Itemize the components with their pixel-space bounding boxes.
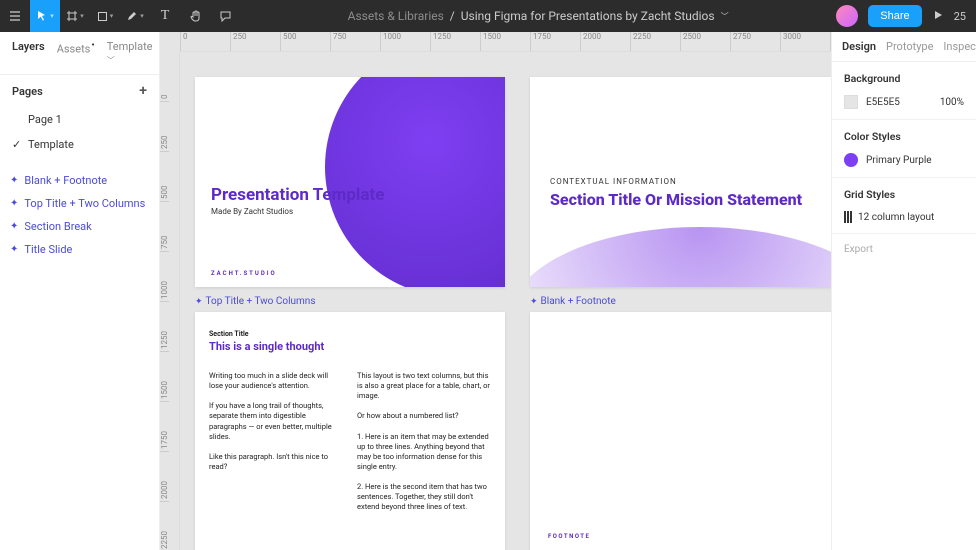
pen-tool[interactable]: ▾	[120, 0, 150, 32]
bg-opacity[interactable]: 100%	[940, 97, 964, 108]
page-item[interactable]: Template	[0, 132, 159, 157]
page-item[interactable]: Page 1	[0, 107, 159, 132]
tab-inspect[interactable]: Inspect	[943, 40, 976, 53]
text-tool[interactable]: T	[150, 0, 180, 32]
tab-layers[interactable]: Layers	[12, 40, 45, 66]
frame-layer[interactable]: ✦Blank + Footnote	[0, 169, 159, 192]
frame-label[interactable]: Top Title + Two Columns	[195, 296, 315, 307]
body-text: If you have a long trail of thoughts, se…	[209, 401, 343, 442]
frame-two-columns[interactable]: Top Title + Two Columns Section Title Th…	[195, 312, 505, 550]
body-text: Like this paragraph. Isn't this nice to …	[209, 452, 343, 472]
body-text: This layout is two text columns, but thi…	[357, 371, 491, 401]
frame-tool[interactable]: ▾	[60, 0, 90, 32]
frame-layer[interactable]: ✦Top Title + Two Columns	[0, 192, 159, 215]
file-name[interactable]: Using Figma for Presentations by Zacht S…	[461, 9, 715, 23]
slide-subtitle: Made By Zacht Studios	[211, 207, 293, 216]
file-menu-chevron[interactable]: ﹀	[721, 11, 729, 22]
frame-blank-footnote[interactable]: Blank + Footnote FOOTNOTE	[530, 312, 831, 550]
zoom-level[interactable]: 25	[954, 10, 966, 23]
right-panel: Design Prototype Inspect Background E5E5…	[831, 32, 976, 550]
color-styles-label: Color Styles	[844, 130, 964, 143]
color-swatch[interactable]	[844, 153, 858, 167]
decorative-blob	[530, 227, 831, 287]
tab-prototype[interactable]: Prototype	[886, 40, 933, 53]
menu-button[interactable]	[0, 0, 30, 32]
move-tool[interactable]: ▾	[30, 0, 60, 32]
ruler-horizontal: 0250500750100012501500175020002250250027…	[180, 32, 831, 52]
ruler-vertical: 0250500750100012501500175020002250	[160, 52, 180, 550]
section-kicker: Section Title	[209, 330, 491, 338]
body-text: 1. Here is an item that may be extended …	[357, 432, 491, 473]
tab-template[interactable]: Template ﹀	[107, 40, 153, 66]
component-icon: ✦	[10, 175, 18, 186]
breadcrumb-parent[interactable]: Assets & Libraries	[348, 9, 444, 23]
component-icon: ✦	[10, 221, 18, 232]
share-button[interactable]: Share	[868, 5, 921, 27]
tab-design[interactable]: Design	[842, 40, 876, 53]
component-icon: ✦	[10, 244, 18, 255]
frame-section-break[interactable]: Section Break CONTEXTUAL INFORMATION Sec…	[530, 77, 831, 287]
breadcrumb-sep: /	[450, 9, 455, 23]
avatar[interactable]	[836, 5, 858, 27]
left-panel: Layers Assets Template ﹀ Pages + Page 1 …	[0, 32, 160, 550]
body-text: Or how about a numbered list?	[357, 411, 491, 421]
export-label[interactable]: Export	[832, 234, 976, 265]
body-text: 2. Here is the second item that has two …	[357, 482, 491, 512]
bg-swatch[interactable]	[844, 95, 858, 109]
footnote: FOOTNOTE	[548, 533, 590, 540]
frame-layer[interactable]: ✦Title Slide	[0, 238, 159, 261]
hand-tool[interactable]	[180, 0, 210, 32]
frame-layer[interactable]: ✦Section Break	[0, 215, 159, 238]
grid-icon	[844, 211, 852, 223]
slide-title: Presentation Template	[211, 185, 384, 205]
body-text: Writing too much in a slide deck will lo…	[209, 371, 343, 391]
bg-label: Background	[844, 72, 964, 85]
comment-tool[interactable]	[210, 0, 240, 32]
grid-styles-label: Grid Styles	[844, 188, 964, 201]
section-kicker: CONTEXTUAL INFORMATION	[550, 177, 677, 186]
decorative-blob	[325, 77, 505, 287]
brand-mark: ZACHT.STUDIO	[211, 270, 277, 277]
color-style-name[interactable]: Primary Purple	[866, 155, 932, 166]
shape-tool[interactable]: ▾	[90, 0, 120, 32]
frame-label[interactable]: Blank + Footnote	[530, 296, 616, 307]
top-toolbar: ▾ ▾ ▾ ▾ T Assets & Libraries / Using Fig…	[0, 0, 976, 32]
add-page-button[interactable]: +	[139, 83, 147, 99]
canvas[interactable]: 0250500750100012501500175020002250250027…	[160, 32, 831, 550]
bg-hex[interactable]: E5E5E5	[866, 97, 900, 108]
frame-title-slide[interactable]: Title Slide Presentation Template Made B…	[195, 77, 505, 287]
pages-label: Pages	[12, 85, 43, 98]
tab-assets[interactable]: Assets	[57, 40, 95, 66]
present-button[interactable]	[932, 9, 944, 24]
section-title: This is a single thought	[209, 340, 491, 353]
grid-style-name[interactable]: 12 column layout	[858, 212, 934, 223]
section-title: Section Title Or Mission Statement	[550, 191, 802, 209]
component-icon: ✦	[10, 198, 18, 209]
